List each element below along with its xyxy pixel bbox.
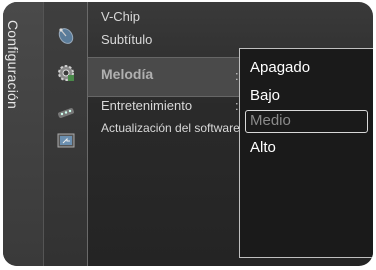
option-medio[interactable]: Medio: [250, 112, 291, 129]
settings-menu-panel: Configuración V-Chip Subtítulo Melodía:…: [3, 2, 373, 266]
category-tab-label: Configuración: [5, 20, 21, 109]
menu-item-subtitulo[interactable]: Subtítulo: [101, 32, 152, 47]
option-alto[interactable]: Alto: [250, 139, 276, 156]
satellite-dish-icon[interactable]: [55, 24, 77, 46]
melodia-options-dropdown: Apagado Bajo Medio Alto: [239, 48, 373, 258]
option-bajo[interactable]: Bajo: [250, 87, 280, 104]
menu-item-melodia[interactable]: Melodía: [101, 66, 153, 82]
menu-item-entretenimiento[interactable]: Entretenimiento: [101, 98, 192, 113]
gear-icon[interactable]: [55, 62, 77, 84]
menu-item-v-chip[interactable]: V-Chip: [101, 9, 140, 24]
tv-settings-screen: Configuración V-Chip Subtítulo Melodía:…: [0, 0, 376, 270]
menu-item-actualizacion-software[interactable]: Actualización del software: [101, 121, 240, 135]
category-tab: Configuración: [3, 2, 43, 266]
software-update-icon[interactable]: [55, 130, 77, 152]
column-divider: [87, 2, 88, 266]
remote-control-icon[interactable]: [55, 102, 77, 124]
option-apagado[interactable]: Apagado: [250, 59, 310, 76]
